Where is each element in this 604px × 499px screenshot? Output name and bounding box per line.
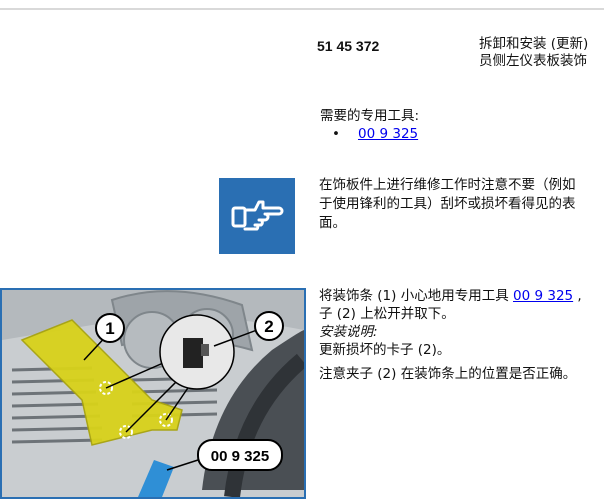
special-tools-heading: 需要的专用工具:: [320, 108, 420, 124]
tool-label: 00 9 325: [211, 448, 269, 465]
step-line-1: 将装饰条 (1) 小心地用专用工具 00 9 325 ,: [319, 287, 604, 305]
procedure-steps: 将装饰条 (1) 小心地用专用工具 00 9 325 , 子 (2) 上松开并取…: [319, 287, 604, 383]
title-line-2: 员侧左仪表板装饰: [479, 53, 587, 69]
step-line-3: 更新损坏的卡子 (2)。: [319, 342, 451, 358]
step-line-1-suffix: ,: [573, 288, 582, 304]
document-title: 拆卸和安装 (更新) 员侧左仪表板装饰: [479, 36, 604, 70]
step-line-4: 注意夹子 (2) 在装饰条上的位置是否正确。: [319, 366, 577, 382]
step-line-2: 子 (2) 上松开并取下。: [319, 306, 455, 322]
top-divider: [0, 8, 604, 10]
callout-1-label: 1: [105, 319, 114, 338]
dashboard-trim-illustration: 1 2 00 9 325: [0, 288, 306, 499]
callout-2-label: 2: [264, 317, 273, 336]
step-tool-link[interactable]: 00 9 325: [513, 288, 573, 304]
note-line-2: 于使用锋利的工具）刮坏或损坏看得见的表: [319, 196, 576, 212]
install-heading: 安装说明:: [319, 324, 378, 340]
note-line-3: 面。: [319, 215, 346, 231]
special-tools-list: • 00 9 325: [332, 126, 418, 142]
note-line-1: 在饰板件上进行维修工作时注意不要（例如: [319, 177, 576, 193]
hand-pointing-icon: [219, 178, 295, 254]
title-line-1: 拆卸和安装 (更新): [479, 36, 589, 52]
list-item: • 00 9 325: [332, 126, 418, 142]
tool-link[interactable]: 00 9 325: [358, 126, 418, 142]
bullet-icon: •: [332, 126, 340, 142]
caution-note: 在饰板件上进行维修工作时注意不要（例如 于使用锋利的工具）刮坏或损坏看得见的表 …: [319, 176, 604, 233]
document-number: 51 45 372: [317, 38, 380, 54]
step-line-1-prefix: 将装饰条 (1) 小心地用专用工具: [319, 288, 513, 304]
